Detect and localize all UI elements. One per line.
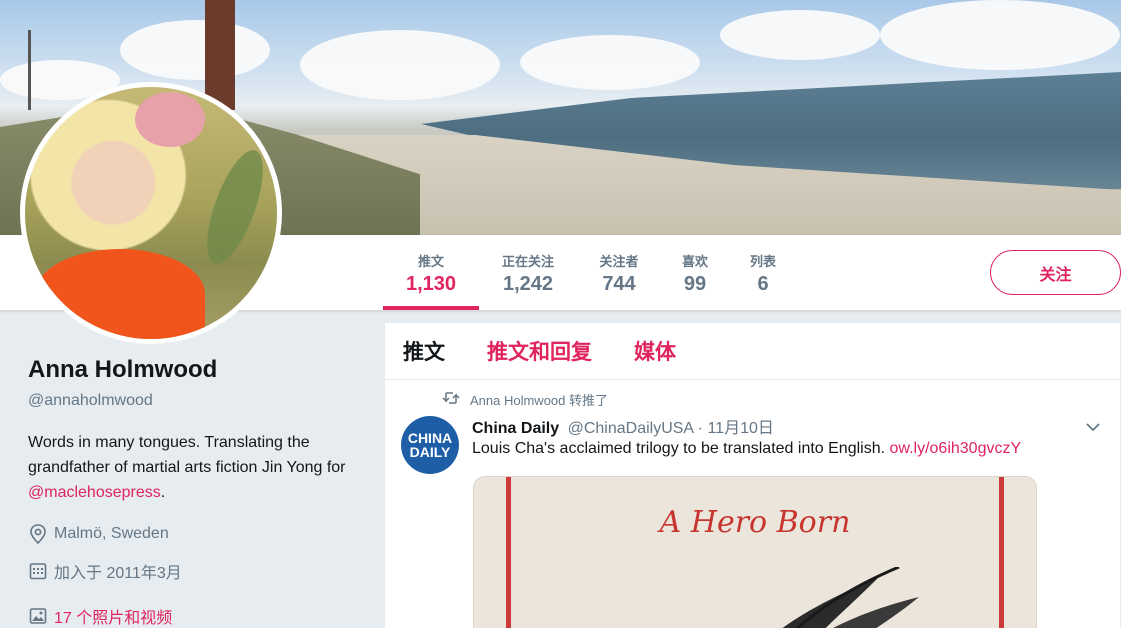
retweet-label[interactable]: Anna Holmwood 转推了 bbox=[470, 390, 608, 409]
avatar[interactable] bbox=[20, 82, 282, 344]
tab-tweets[interactable]: 推文 bbox=[403, 336, 445, 366]
tweet-body: Louis Cha's acclaimed trilogy to be tran… bbox=[472, 440, 890, 457]
photo-icon bbox=[28, 606, 48, 626]
tweet-date[interactable]: 11月10日 bbox=[707, 420, 773, 437]
stat-label: 喜欢 bbox=[681, 254, 708, 269]
tweet-media-image[interactable]: A Hero Born bbox=[473, 476, 1037, 628]
tweet-link[interactable]: ow.ly/o6ih30gvczY bbox=[890, 440, 1022, 457]
stat-label: 关注者 bbox=[599, 254, 639, 269]
stat-lists[interactable]: 列表 6 bbox=[738, 235, 788, 310]
retweet-context: Anna Holmwood 转推了 bbox=[442, 390, 608, 409]
stat-value: 1,242 bbox=[502, 273, 554, 295]
location-icon bbox=[28, 524, 48, 544]
bio-mention-link[interactable]: @maclehosepress bbox=[28, 484, 161, 501]
chevron-down-icon[interactable] bbox=[1085, 419, 1101, 437]
stat-likes[interactable]: 喜欢 99 bbox=[670, 235, 720, 310]
timeline: 推文 推文和回复 媒体 Anna Holmwood 转推了 CHINA DAIL… bbox=[385, 323, 1120, 628]
stat-value: 744 bbox=[602, 273, 636, 295]
tweet-author-name[interactable]: China Daily bbox=[472, 420, 559, 437]
profile-media-link[interactable]: 17 个照片和视频 bbox=[28, 604, 172, 628]
tweet-header: China Daily @ChinaDailyUSA · 11月10日 bbox=[472, 414, 774, 438]
stat-value: 6 bbox=[757, 273, 769, 295]
tweet-author-avatar[interactable]: CHINA DAILY bbox=[401, 416, 459, 474]
profile-joined: 加入于 2011年3月 bbox=[28, 559, 182, 583]
location-text: Malmö, Sweden bbox=[54, 525, 169, 542]
feather-illustration bbox=[782, 567, 919, 628]
stat-label: 列表 bbox=[749, 254, 776, 269]
stat-followers[interactable]: 关注者 744 bbox=[585, 235, 653, 310]
avatar-text: DAILY bbox=[409, 444, 451, 460]
calendar-icon bbox=[28, 561, 48, 581]
tweet-separator: · bbox=[697, 420, 703, 437]
stat-following[interactable]: 正在关注 1,242 bbox=[490, 235, 566, 310]
profile-bio: Words in many tongues. Translating the g… bbox=[28, 430, 358, 505]
profile-location: Malmö, Sweden bbox=[28, 524, 169, 544]
retweet-icon bbox=[442, 391, 470, 408]
profile-handle[interactable]: @annaholmwood bbox=[28, 392, 153, 410]
bio-end: . bbox=[160, 484, 166, 501]
tweet-text: Louis Cha's acclaimed trilogy to be tran… bbox=[472, 440, 1021, 458]
follow-button[interactable]: 关注 bbox=[990, 250, 1121, 295]
bio-text: Words in many tongues. Translating the g… bbox=[28, 434, 346, 476]
tab-tweets-replies[interactable]: 推文和回复 bbox=[487, 336, 592, 366]
profile-name[interactable]: Anna Holmwood bbox=[28, 356, 217, 384]
stat-label: 正在关注 bbox=[501, 254, 554, 269]
stat-value: 1,130 bbox=[405, 273, 457, 295]
tweet-author-handle[interactable]: @ChinaDailyUSA bbox=[568, 420, 694, 437]
avatar-text: CHINA bbox=[407, 430, 453, 446]
book-title: A Hero Born bbox=[659, 505, 851, 540]
stat-label: 推文 bbox=[417, 254, 444, 269]
tab-media[interactable]: 媒体 bbox=[634, 336, 676, 366]
stat-tweets[interactable]: 推文 1,130 bbox=[383, 235, 479, 310]
timeline-tabs: 推文 推文和回复 媒体 bbox=[385, 323, 1120, 380]
media-link-text[interactable]: 17 个照片和视频 bbox=[54, 604, 172, 628]
joined-text: 加入于 2011年3月 bbox=[54, 565, 182, 582]
stat-value: 99 bbox=[683, 273, 707, 295]
